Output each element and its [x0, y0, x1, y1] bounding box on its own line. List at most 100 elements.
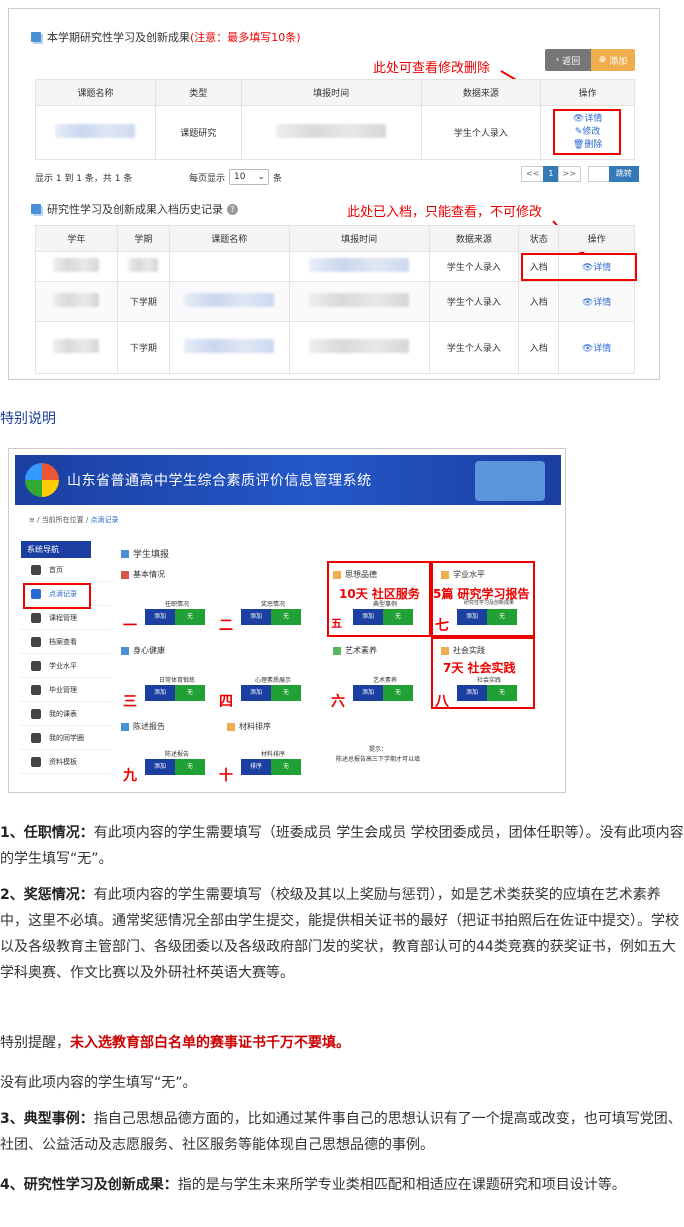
none-button[interactable]: 无: [487, 609, 517, 625]
home-icon: [31, 564, 41, 575]
jump-page-input[interactable]: [587, 166, 610, 182]
chevron-left-icon: ‹: [555, 55, 560, 65]
sidebar-item-templates[interactable]: 资料模板: [21, 750, 111, 774]
time-cell: [240, 105, 422, 160]
sidebar-item-home[interactable]: 首页: [21, 558, 111, 582]
add-button[interactable]: 添加: [241, 685, 271, 701]
none-button[interactable]: 无: [383, 609, 413, 625]
computer-illustration-icon: [475, 461, 545, 501]
none-button[interactable]: 无: [487, 685, 517, 701]
user-icon: [31, 684, 41, 695]
sidebar-item-graduation[interactable]: 毕业管理: [21, 678, 111, 702]
section-health: 身心健康: [121, 645, 165, 656]
paragraph-awards: 2、奖惩情况：有此项内容的学生需要填写（校级及其以上奖励与惩罚），如是艺术类获奖…: [0, 887, 679, 981]
sidebar-item-archive[interactable]: 档案查看: [21, 630, 111, 654]
section-square-icon: [121, 646, 129, 655]
col-header: 学期: [116, 225, 170, 252]
system-title: 山东省普通高中学生综合素质评价信息管理系统: [67, 473, 372, 489]
topic-cell: [35, 105, 156, 160]
current-records-table: 课题名称 类型 填报时间 数据来源 操作 课题研究 学生个人录入 👁详情 ✎修改…: [35, 79, 635, 160]
status-cell: 入档: [518, 321, 560, 374]
section-square-icon: [333, 646, 341, 655]
col-header: 填报时间: [240, 79, 422, 106]
plus-icon: ⊕: [598, 55, 607, 65]
col-header: 状态: [518, 225, 560, 252]
col-header: 课题名称: [35, 79, 156, 106]
none-button[interactable]: 无: [271, 759, 301, 775]
archive-icon: [31, 636, 41, 647]
logo-icon: [25, 463, 59, 497]
section-square-icon: [121, 549, 129, 558]
pager-info: 显示 1 到 1 条，共 1 条: [35, 174, 133, 184]
per-page-select[interactable]: 10 ⌄: [229, 169, 270, 185]
none-button[interactable]: 无: [175, 609, 205, 625]
sidebar: 系统导航 首页 点滴记录 课程管理 档案查看 学业水平 毕业管理 我的课表 我的…: [21, 541, 111, 774]
detail-link[interactable]: 👁详情: [558, 281, 635, 322]
breadcrumb: ≡ / 当前所在位置 / 点滴记录: [29, 516, 119, 524]
sidebar-item-schedule[interactable]: 我的课表: [21, 702, 111, 726]
source-cell: 学生个人录入: [428, 281, 520, 322]
highlight-box: [23, 583, 91, 609]
section-history: 研究性学习及创新成果入档历史记录 ?: [31, 201, 238, 217]
add-button[interactable]: 添加: [145, 685, 175, 701]
annotation-edit-delete: 此处可查看修改删除: [373, 61, 491, 76]
status-cell: 入档: [518, 281, 560, 322]
none-button[interactable]: 无: [175, 685, 205, 701]
next-page-button[interactable]: >>: [557, 166, 581, 182]
screenshot-research-records: 本学期研究性学习及创新成果 (注意：最多填写10条) 此处可查看修改删除 ‹ 返…: [8, 8, 660, 380]
breadcrumb-current: 点滴记录: [90, 516, 119, 524]
detail-link[interactable]: 👁详情: [558, 321, 635, 374]
section-basic: 基本情况: [121, 569, 165, 580]
col-header: 课题名称: [168, 225, 290, 252]
sort-button[interactable]: 排序: [241, 759, 271, 775]
add-button[interactable]: 添加: [457, 609, 487, 625]
sidebar-item-classmates[interactable]: 我的同学圈: [21, 726, 111, 750]
add-button[interactable]: 添加: [241, 609, 271, 625]
col-header: 填报时间: [288, 225, 430, 252]
table-header-row: 学年 学期 课题名称 填报时间 数据来源 状态 操作: [35, 225, 635, 252]
grid-icon: [31, 708, 41, 719]
col-header: 数据来源: [420, 79, 542, 106]
none-button[interactable]: 无: [175, 759, 205, 775]
user-icon: [31, 660, 41, 671]
eye-icon: 👁: [581, 298, 594, 308]
none-button[interactable]: 无: [271, 609, 301, 625]
per-page-control: 每页显示 10 ⌄ 条: [189, 169, 282, 185]
add-button[interactable]: 添加: [145, 609, 175, 625]
annotation-archived: 此处已入档，只能查看，不可修改: [347, 205, 543, 220]
section-sort: 材料排序: [227, 721, 271, 732]
none-button[interactable]: 无: [271, 685, 301, 701]
eye-icon: 👁: [581, 344, 594, 354]
section-square-icon: [121, 722, 129, 731]
special-notes-heading: 特别说明: [0, 411, 56, 427]
add-button[interactable]: 添加: [457, 685, 487, 701]
tip-title: 提示：: [368, 746, 387, 753]
section-square-icon: [31, 204, 41, 214]
col-header: 数据来源: [428, 225, 520, 252]
add-button[interactable]: 添加: [353, 609, 383, 625]
screenshot-system: 山东省普通高中学生综合素质评价信息管理系统 ≡ / 当前所在位置 / 点滴记录 …: [8, 448, 566, 793]
sidebar-item-academic[interactable]: 学业水平: [21, 654, 111, 678]
section2-title: 研究性学习及创新成果入档历史记录: [47, 203, 223, 216]
add-label: 添加: [609, 56, 628, 67]
add-button[interactable]: ⊕ 添加: [591, 49, 635, 71]
per-page-unit: 条: [273, 173, 283, 184]
paragraph-position: 1、任职情况：有此项内容的学生需要填写（班委成员 学生会成员 学校团委成员，团体…: [0, 825, 684, 867]
prev-page-button[interactable]: <<: [521, 166, 545, 182]
sidebar-item-courses[interactable]: 课程管理: [21, 606, 111, 630]
source-cell: 学生个人录入: [420, 105, 542, 160]
breadcrumb-home[interactable]: 当前所在位置: [42, 516, 84, 524]
highlight-box: [521, 253, 637, 281]
section-square-icon: [31, 32, 41, 42]
jump-button[interactable]: 跳转: [608, 166, 639, 182]
page-1-button[interactable]: 1: [543, 166, 559, 182]
course-icon: [31, 612, 41, 623]
add-button[interactable]: 添加: [353, 685, 383, 701]
per-page-label: 每页显示: [189, 173, 226, 184]
back-label: 返回: [562, 56, 581, 67]
main-title: 学生填报: [121, 547, 169, 560]
help-icon[interactable]: ?: [227, 203, 238, 215]
none-button[interactable]: 无: [383, 685, 413, 701]
add-button[interactable]: 添加: [145, 759, 175, 775]
back-button[interactable]: ‹ 返回: [545, 49, 591, 71]
